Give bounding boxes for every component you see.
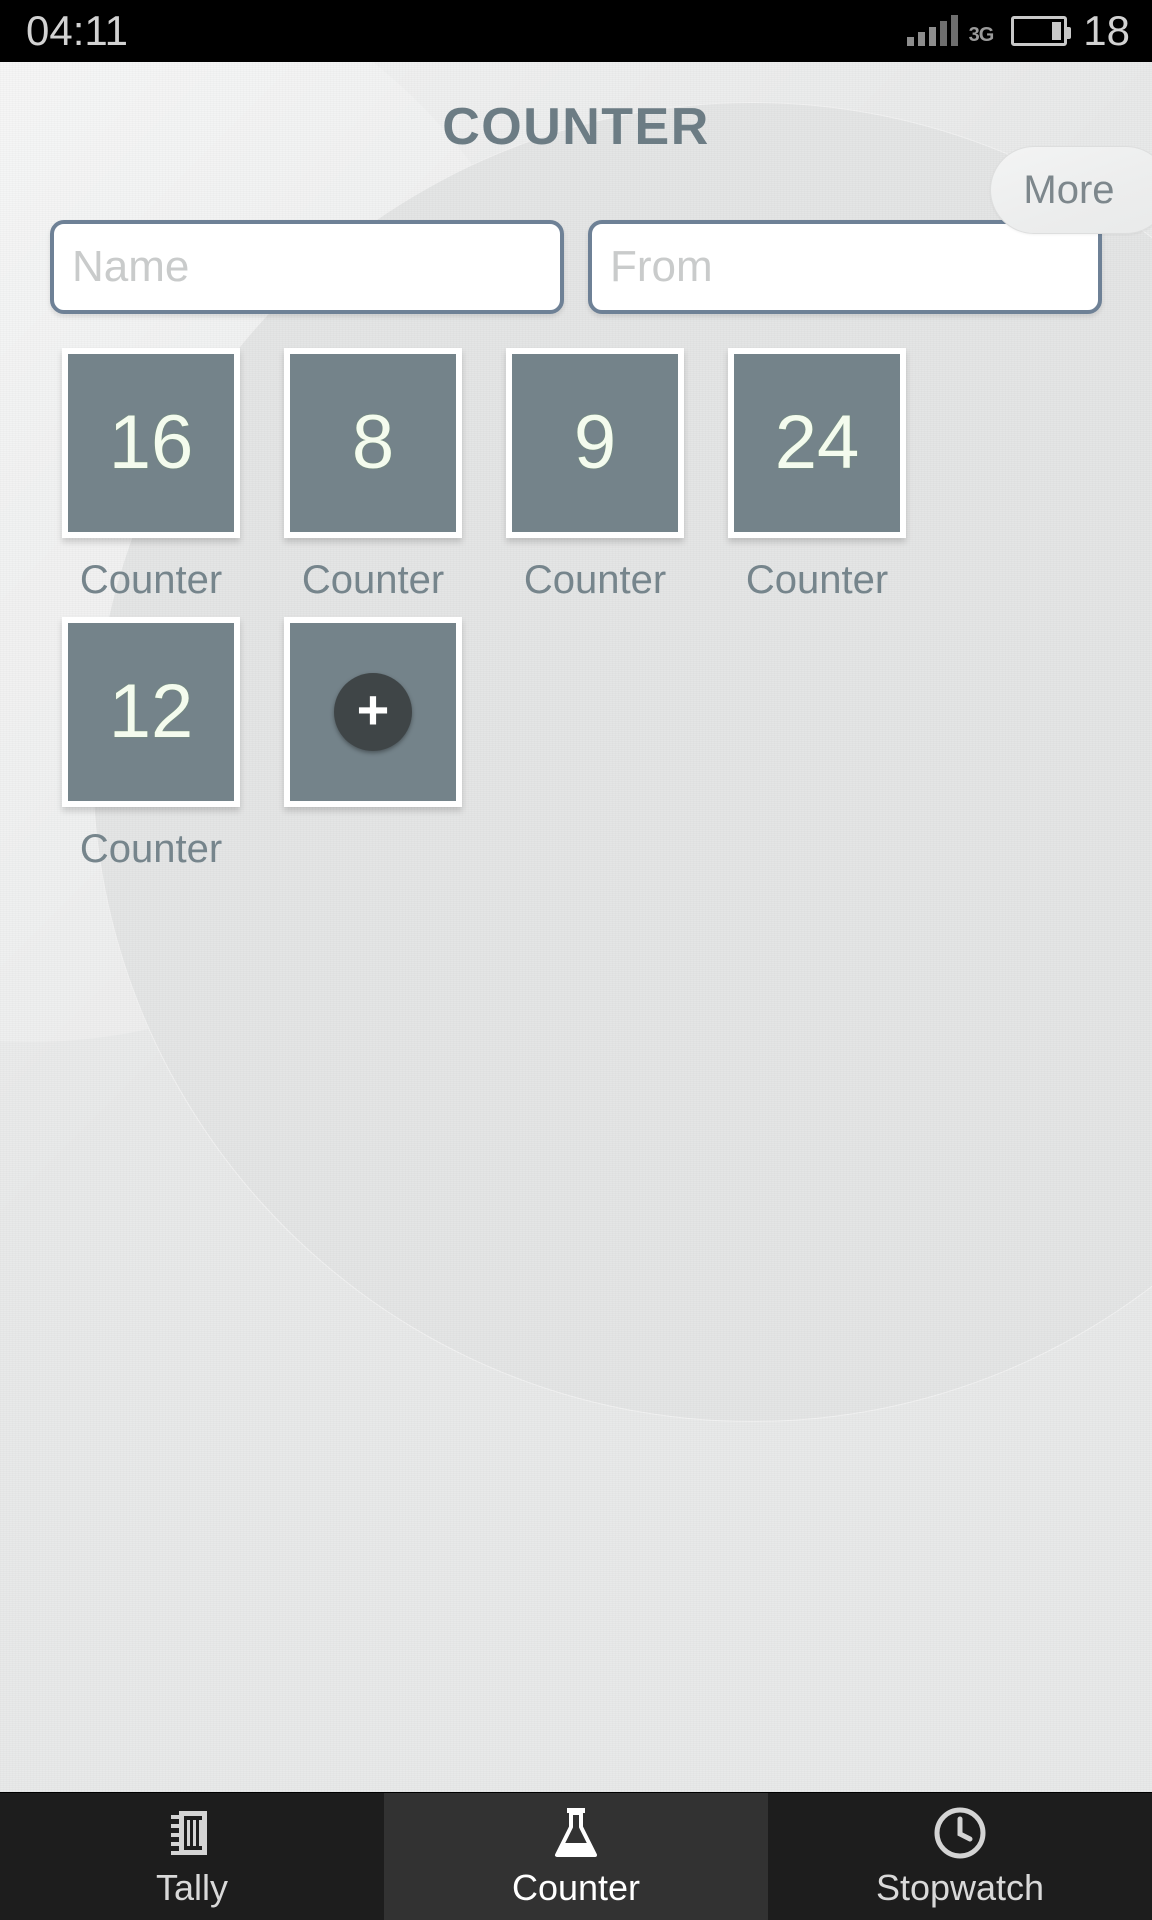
tab-stopwatch-label: Stopwatch: [875, 1866, 1045, 1908]
counter-tile-face[interactable]: 24: [734, 354, 900, 532]
counter-label: Counter: [523, 558, 667, 602]
app-header: COUNTER More: [0, 62, 1152, 234]
counter-label: Counter: [301, 558, 445, 602]
counter-value: 9: [573, 400, 617, 485]
counter-tile-face[interactable]: 9: [512, 354, 678, 532]
add-counter-tile[interactable]: +: [262, 617, 484, 872]
counter-label: Counter: [79, 827, 223, 871]
counter-tile[interactable]: 16 Counter: [40, 348, 262, 603]
add-counter-tile-frame: +: [284, 617, 462, 807]
tab-stopwatch[interactable]: Stopwatch: [768, 1793, 1152, 1920]
counter-tile-frame: 12: [62, 617, 240, 807]
counter-tile-face[interactable]: 8: [290, 354, 456, 532]
counter-tile[interactable]: 12 Counter: [40, 617, 262, 872]
signal-bars-icon: [906, 15, 958, 46]
page-title: COUNTER: [442, 98, 710, 156]
tab-tally-label: Tally: [155, 1866, 229, 1908]
plus-icon[interactable]: +: [334, 673, 412, 751]
tab-counter[interactable]: Counter: [384, 1793, 768, 1920]
counter-tile[interactable]: 8 Counter: [262, 348, 484, 603]
clock-icon: [933, 1805, 987, 1861]
more-button[interactable]: More: [990, 146, 1152, 234]
plus-glyph: +: [356, 678, 390, 742]
from-input[interactable]: From: [588, 220, 1102, 314]
from-input-placeholder: From: [610, 242, 713, 291]
flask-icon: [550, 1805, 602, 1861]
more-button-label: More: [1023, 167, 1115, 212]
counter-value: 16: [108, 400, 194, 485]
status-bar: 04:11 3G 18: [0, 0, 1152, 62]
battery-percent-label: 18: [1083, 7, 1130, 54]
battery-icon: [1011, 16, 1072, 46]
status-clock: 04:11: [26, 7, 128, 54]
counter-tile-frame: 16: [62, 348, 240, 538]
new-counter-form: Name From: [0, 220, 1152, 314]
counter-grid: 16 Counter 8 Counter 9 Counter 24 Counte…: [0, 348, 1152, 886]
counter-value: 24: [774, 400, 860, 485]
counter-tile[interactable]: 24 Counter: [706, 348, 928, 603]
counter-label: Counter: [745, 558, 889, 602]
app-content-area: COUNTER More Name From 16 Counter 8 Coun…: [0, 62, 1152, 1792]
counter-tile[interactable]: 9 Counter: [484, 348, 706, 603]
counter-value: 12: [108, 669, 194, 754]
counter-tile-frame: 8: [284, 348, 462, 538]
notebook-icon: [169, 1805, 215, 1861]
tab-tally[interactable]: Tally: [0, 1793, 384, 1920]
network-type-label: 3G: [968, 23, 995, 46]
add-counter-tile-face[interactable]: +: [290, 623, 456, 801]
bottom-tab-bar: Tally Counter Stopwatch: [0, 1792, 1152, 1920]
status-indicators: 3G 18: [906, 7, 1130, 54]
counter-tile-frame: 24: [728, 348, 906, 538]
counter-tile-face[interactable]: 16: [68, 354, 234, 532]
phone-screen: 04:11 3G 18 COUNTER More Name From 16 Co…: [0, 0, 1152, 1920]
counter-tile-frame: 9: [506, 348, 684, 538]
name-input[interactable]: Name: [50, 220, 564, 314]
tab-counter-label: Counter: [511, 1866, 641, 1908]
counter-label: Counter: [79, 558, 223, 602]
counter-tile-face[interactable]: 12: [68, 623, 234, 801]
name-input-placeholder: Name: [72, 242, 190, 291]
counter-value: 8: [351, 400, 395, 485]
